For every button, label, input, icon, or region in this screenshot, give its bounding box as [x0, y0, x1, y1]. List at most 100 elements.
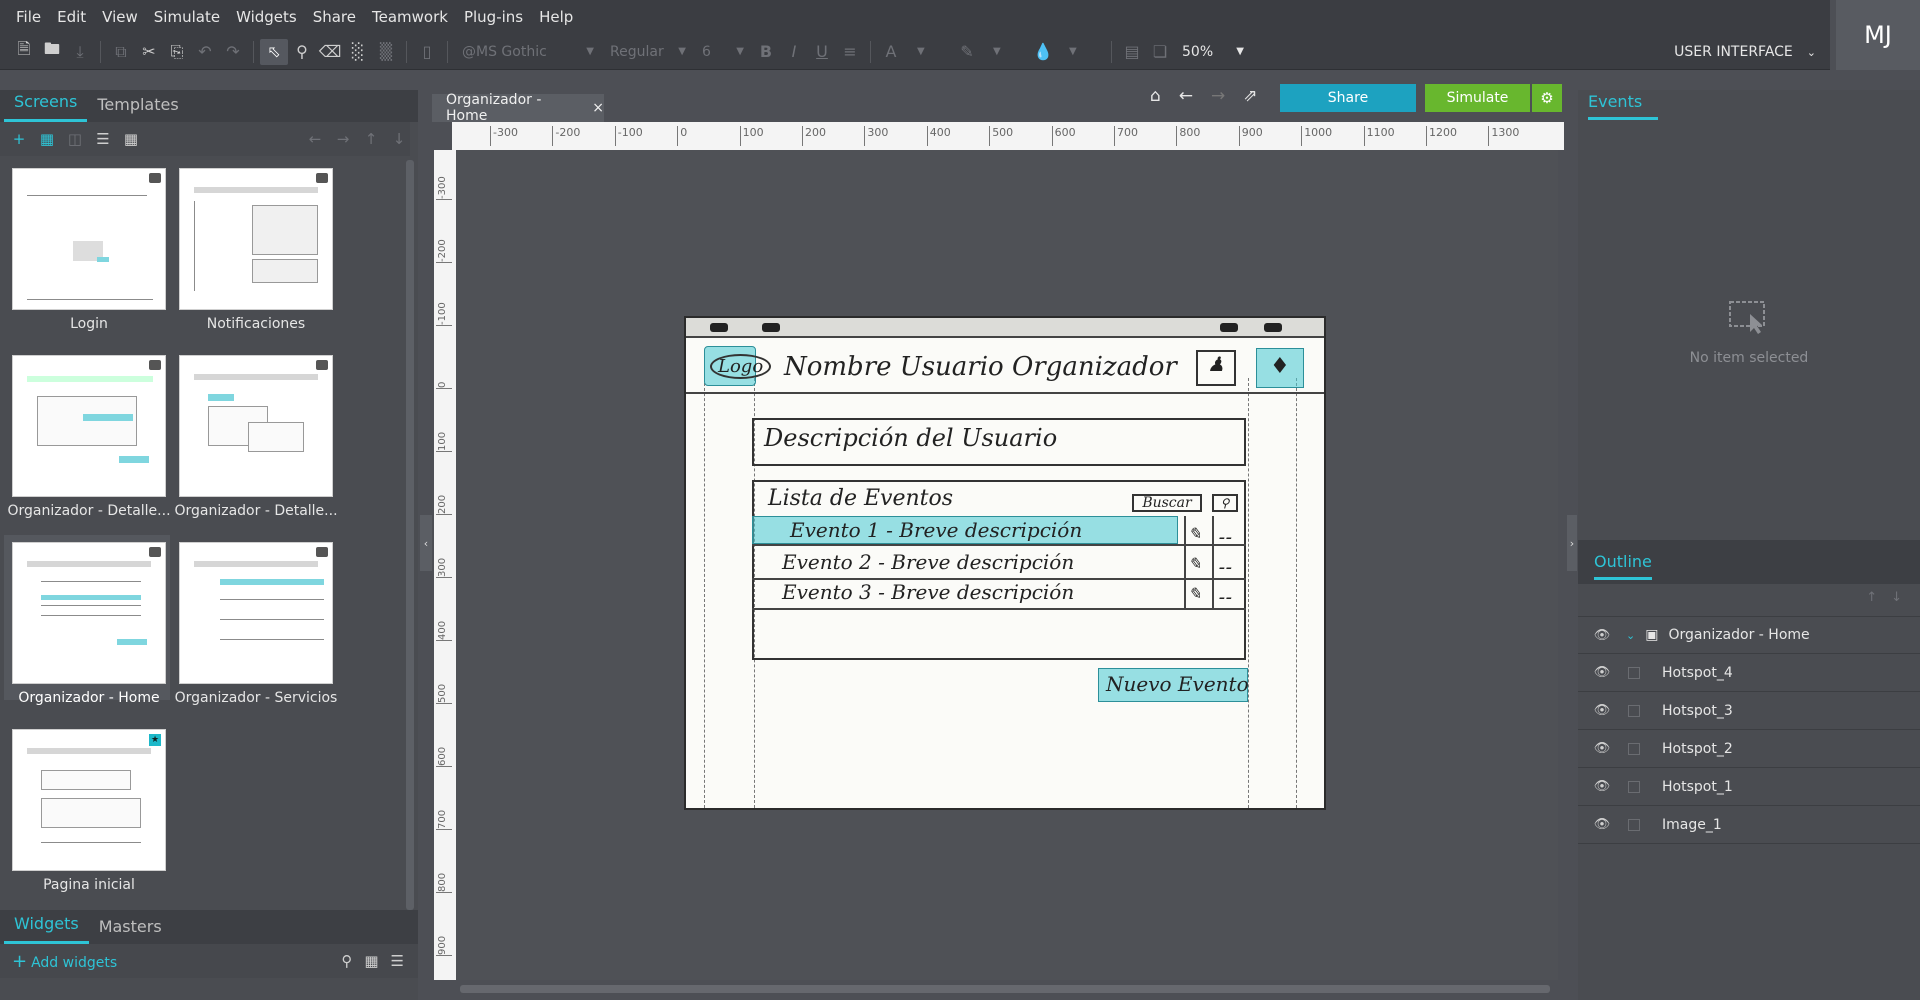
eraser-icon[interactable]: ⌫ [316, 39, 344, 65]
line-color-select[interactable]: ▼ [985, 40, 1025, 64]
device-icon[interactable]: ▯ [413, 39, 441, 65]
menu-edit[interactable]: Edit [49, 8, 94, 26]
move-up-icon[interactable]: ↑ [360, 130, 382, 148]
screen-thumb-detalle-2[interactable] [179, 355, 333, 497]
screen-label[interactable]: Organizador - Detalle... [4, 503, 174, 519]
open-folder-icon[interactable]: 🖿 [38, 39, 66, 65]
sketch-image[interactable]: Logo Nombre Usuario Organizador ♟ ♦ Desc… [684, 316, 1326, 810]
menu-file[interactable]: File [8, 8, 49, 26]
screen-label[interactable]: Notificaciones [171, 316, 341, 332]
outline-item-screen[interactable]: 👁 ⌄ ▣ Organizador - Home [1578, 616, 1920, 654]
outline-item[interactable]: 👁 Image_1 [1578, 806, 1920, 844]
eye-icon[interactable]: 👁 [1592, 779, 1612, 794]
checkbox[interactable] [1628, 666, 1640, 679]
tab-screens[interactable]: Screens [4, 92, 88, 122]
paste-icon[interactable]: ⎘ [163, 39, 191, 65]
format-painter-icon[interactable]: ░ [344, 39, 372, 65]
eye-icon[interactable]: 👁 [1592, 817, 1612, 832]
move-down-icon[interactable]: ↓ [388, 130, 410, 148]
outline-item[interactable]: 👁 Hotspot_4 [1578, 654, 1920, 692]
screen-thumb-pagina-inicial[interactable]: ★ [12, 729, 166, 871]
group-icon[interactable]: ❏ [1146, 39, 1174, 65]
italic-button[interactable]: I [780, 39, 808, 65]
search-icon[interactable]: ⚲ [341, 952, 352, 970]
fill-select[interactable]: ▼ [1061, 40, 1101, 64]
font-family-select[interactable]: @MS Gothic ▼ [458, 40, 598, 64]
list-view-icon[interactable]: ☰ [92, 130, 114, 148]
menu-widgets[interactable]: Widgets [228, 8, 305, 26]
redo-icon[interactable]: ↷ [219, 39, 247, 65]
font-style-select[interactable]: Regular ▼ [606, 40, 690, 64]
forward-icon[interactable]: → [1211, 86, 1225, 106]
undo-icon[interactable]: ↶ [191, 39, 219, 65]
move-down-icon[interactable]: ↓ [1891, 590, 1902, 605]
zoom-select[interactable]: 50% ▼ [1178, 40, 1248, 64]
screen-thumb-login[interactable] [12, 168, 166, 310]
screen-thumb-detalle-1[interactable] [12, 355, 166, 497]
outline-item[interactable]: 👁 Hotspot_2 [1578, 730, 1920, 768]
select-tool-icon[interactable]: ⬁ [260, 38, 288, 65]
export-icon[interactable]: ⤓ [66, 39, 94, 65]
checkbox[interactable] [1628, 780, 1640, 793]
tab-templates[interactable]: Templates [87, 95, 188, 122]
chevron-down-icon[interactable]: ⌄ [1626, 629, 1635, 642]
list-view-icon[interactable]: ☰ [391, 952, 404, 970]
tab-outline[interactable]: Outline [1594, 552, 1652, 580]
screens-scrollbar[interactable] [406, 160, 414, 910]
menu-teamwork[interactable]: Teamwork [364, 8, 456, 26]
checkbox[interactable] [1628, 704, 1640, 717]
cut-icon[interactable]: ✂ [135, 39, 163, 65]
close-icon[interactable]: × [592, 100, 604, 116]
share-button[interactable]: Share [1280, 84, 1416, 112]
menu-simulate[interactable]: Simulate [146, 8, 228, 26]
collapse-left-handle[interactable]: ‹ [420, 515, 432, 571]
move-up-icon[interactable]: ↑ [1866, 590, 1877, 605]
menu-view[interactable]: View [94, 8, 146, 26]
fill-icon[interactable]: 💧 [1029, 39, 1057, 65]
screen-label[interactable]: Organizador - Home [4, 690, 174, 706]
copy-icon[interactable]: ⧉ [107, 39, 135, 65]
screen-thumb-notificaciones[interactable] [179, 168, 333, 310]
move-left-icon[interactable]: ← [304, 130, 326, 148]
add-image-icon[interactable]: ▦ [36, 130, 58, 148]
arrange-icon[interactable]: ▤ [1118, 39, 1146, 65]
eye-icon[interactable]: 👁 [1592, 741, 1612, 756]
back-icon[interactable]: ← [1179, 86, 1193, 106]
add-widgets-button[interactable]: + Add widgets [12, 951, 117, 972]
tab-widgets[interactable]: Widgets [4, 914, 89, 944]
menu-share[interactable]: Share [305, 8, 364, 26]
bold-button[interactable]: B [752, 39, 780, 65]
screen-label[interactable]: Pagina inicial [4, 877, 174, 893]
grid-view-icon[interactable]: ▦ [120, 130, 142, 148]
screen-thumb-organizador-servicios[interactable] [179, 542, 333, 684]
screen-label[interactable]: Organizador - Detalle... [171, 503, 341, 519]
outline-item[interactable]: 👁 Hotspot_3 [1578, 692, 1920, 730]
checkbox[interactable] [1628, 742, 1640, 755]
document-tab[interactable]: Organizador - Home × [432, 92, 604, 124]
menu-plugins[interactable]: Plug-ins [456, 8, 531, 26]
gear-icon[interactable]: ⚙ [1532, 84, 1562, 112]
eye-icon[interactable]: 👁 [1592, 628, 1612, 643]
grid-view-icon[interactable]: ▦ [364, 952, 378, 970]
collapse-right-handle[interactable]: › [1567, 515, 1577, 571]
move-right-icon[interactable]: → [332, 130, 354, 148]
style-icon[interactable]: ▒ [372, 39, 400, 65]
eye-icon[interactable]: 👁 [1592, 665, 1612, 680]
new-file-icon[interactable]: 🗎 [10, 39, 38, 65]
horizontal-scrollbar[interactable] [460, 985, 1550, 993]
ui-mode-select[interactable]: USER INTERFACE ⌄ [1674, 34, 1830, 70]
font-color-icon[interactable]: A [877, 39, 905, 65]
align-icon[interactable]: ≡ [836, 39, 864, 65]
font-size-select[interactable]: 6 ▼ [698, 40, 748, 64]
simulate-button[interactable]: Simulate [1425, 84, 1530, 112]
screen-label[interactable]: Login [4, 316, 174, 332]
menu-help[interactable]: Help [531, 8, 581, 26]
expand-icon[interactable]: ⇗ [1243, 86, 1257, 106]
font-color-select[interactable]: ▼ [909, 40, 949, 64]
checkbox[interactable] [1628, 818, 1640, 831]
screen-label[interactable]: Organizador - Servicios [171, 690, 341, 706]
screen-thumb-organizador-home[interactable] [12, 542, 166, 684]
eye-icon[interactable]: 👁 [1592, 703, 1612, 718]
line-color-icon[interactable]: ✎ [953, 39, 981, 65]
tab-masters[interactable]: Masters [89, 917, 172, 944]
